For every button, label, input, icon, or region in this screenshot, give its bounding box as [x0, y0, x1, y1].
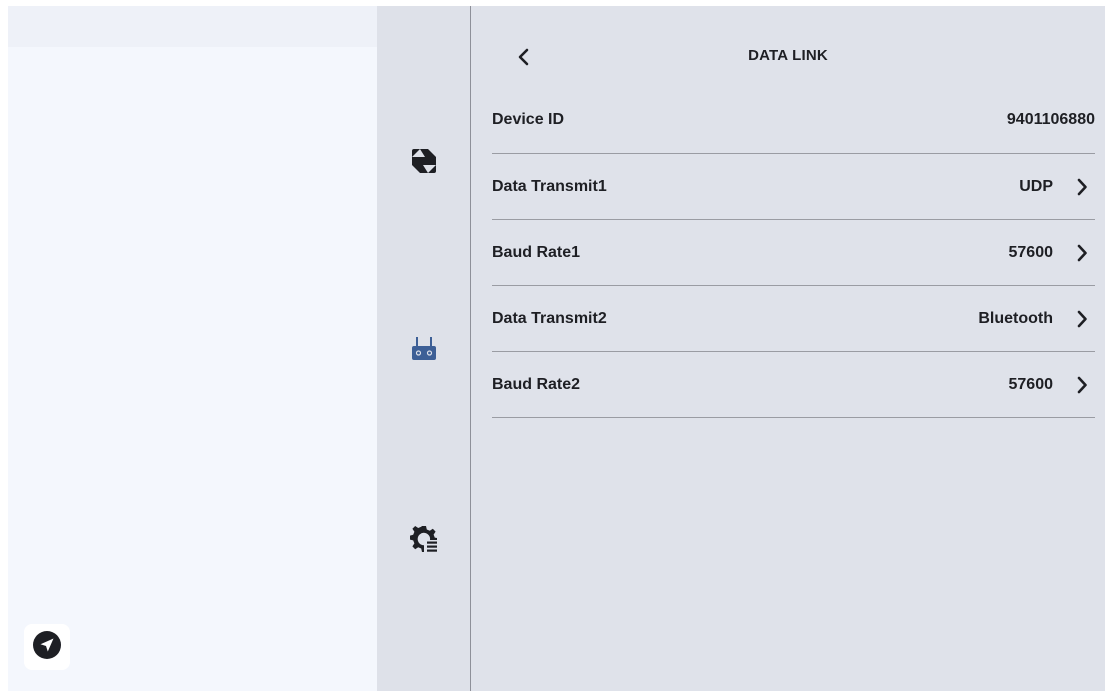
remote-controller-icon	[410, 335, 438, 368]
data-link-panel: DATA LINK Device ID 9401106880 Data Tran…	[471, 6, 1105, 691]
navigation-button[interactable]	[24, 624, 70, 670]
page-title: DATA LINK	[748, 47, 828, 64]
row-baud-rate-2[interactable]: Baud Rate2 57600	[492, 352, 1095, 418]
row-value: Bluetooth	[978, 310, 1053, 327]
settings-list: Device ID 9401106880 Data Transmit1 UDP …	[492, 87, 1095, 418]
navigation-arrow-icon	[32, 630, 62, 665]
row-value: 9401106880	[1006, 111, 1095, 128]
row-label: Data Transmit2	[492, 310, 607, 327]
chevron-right-icon	[1075, 177, 1089, 197]
row-label: Baud Rate1	[492, 244, 581, 261]
chevron-right-icon	[1075, 375, 1089, 395]
row-device-id: Device ID 9401106880	[492, 87, 1095, 154]
row-value: UDP	[1019, 178, 1053, 195]
row-value: 57600	[1008, 244, 1054, 261]
row-label: Baud Rate2	[492, 376, 581, 393]
left-pane	[8, 6, 377, 691]
row-label: Data Transmit1	[492, 178, 607, 195]
row-value: 57600	[1008, 376, 1054, 393]
camera-shutter-icon	[411, 148, 437, 179]
row-label: Device ID	[492, 111, 565, 128]
left-top-strip	[8, 6, 377, 47]
row-baud-rate-1[interactable]: Baud Rate1 57600	[492, 220, 1095, 286]
chevron-right-icon	[1075, 243, 1089, 263]
rail-item-camera[interactable]	[409, 148, 439, 178]
panel-header: DATA LINK	[471, 36, 1105, 80]
row-data-transmit-2[interactable]: Data Transmit2 Bluetooth	[492, 286, 1095, 352]
rail-item-general-settings[interactable]	[409, 525, 439, 558]
settings-nav-rail	[377, 6, 470, 691]
chevron-right-icon	[1075, 309, 1089, 329]
row-data-transmit-1[interactable]: Data Transmit1 UDP	[492, 154, 1095, 220]
settings-gear-icon	[410, 525, 438, 558]
rail-item-remote-controller[interactable]	[409, 336, 439, 366]
